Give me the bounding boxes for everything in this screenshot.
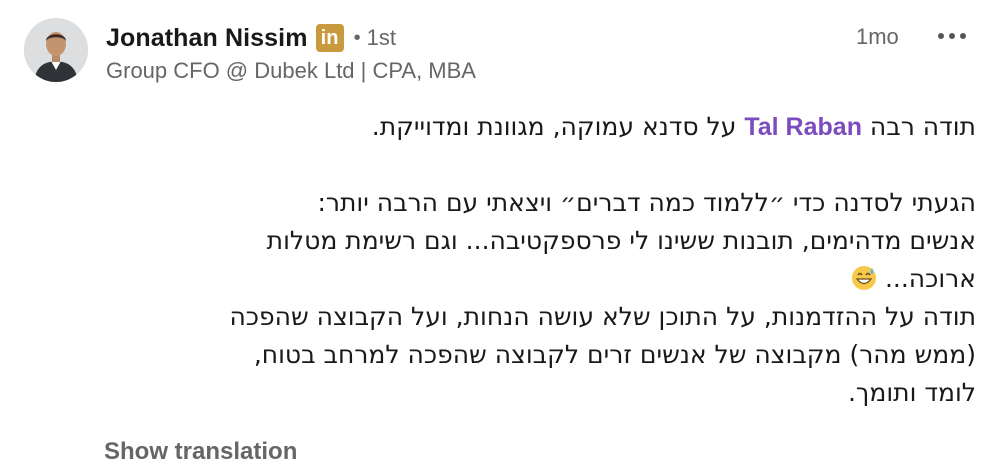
grinning-sweat-emoji	[852, 266, 877, 290]
post-line-5: תודה על ההזדמנות, על התוכן שלא עושה הנחו…	[229, 302, 976, 331]
post-line-1: תודה רבה Tal Raban על סדנא עמוקה, מגוונת…	[100, 108, 976, 146]
author-name[interactable]: Jonathan Nissim	[106, 24, 308, 53]
author-headline: Group CFO @ Dubek Ltd | CPA, MBA	[106, 58, 476, 83]
avatar[interactable]	[24, 18, 88, 82]
separator-dot: •	[353, 26, 361, 49]
post-text: תודה רבה Tal Raban על סדנא עמוקה, מגוונת…	[100, 108, 976, 412]
author-name-row: Jonathan Nissim in • 1st	[106, 22, 396, 54]
linkedin-premium-icon: in	[315, 24, 344, 52]
linkedin-badge-text: in	[320, 26, 339, 49]
post-line-1-start: תודה רבה	[869, 112, 976, 141]
connection-degree: 1st	[366, 25, 396, 50]
avatar-photo	[24, 18, 88, 82]
post-header: Jonathan Nissim in • 1st Group CFO @ Dub…	[24, 18, 974, 86]
mention-link[interactable]: Tal Raban	[744, 113, 862, 141]
post-line-4: ארוכה...	[100, 260, 976, 298]
post-line-1-end: על סדנא עמוקה, מגוונת ומדוייקת.	[371, 112, 737, 141]
show-translation-link[interactable]: Show translation	[104, 438, 297, 466]
post-line-6: (ממש מהר) מקבוצה של אנשים זרים לקבוצה שה…	[253, 340, 976, 369]
more-options-icon[interactable]	[930, 20, 974, 52]
post-line-4-text: ארוכה...	[884, 264, 976, 293]
post-line-7: לומד ותומך.	[847, 378, 976, 407]
post-line-2: הגעתי לסדנה כדי ״ללמוד כמה דברים״ ויצאתי…	[317, 188, 976, 217]
post-line-3: אנשים מדהימים, תובנות ששינו לי פרספקטיבה…	[266, 226, 976, 255]
post-time: 1mo	[856, 24, 899, 49]
